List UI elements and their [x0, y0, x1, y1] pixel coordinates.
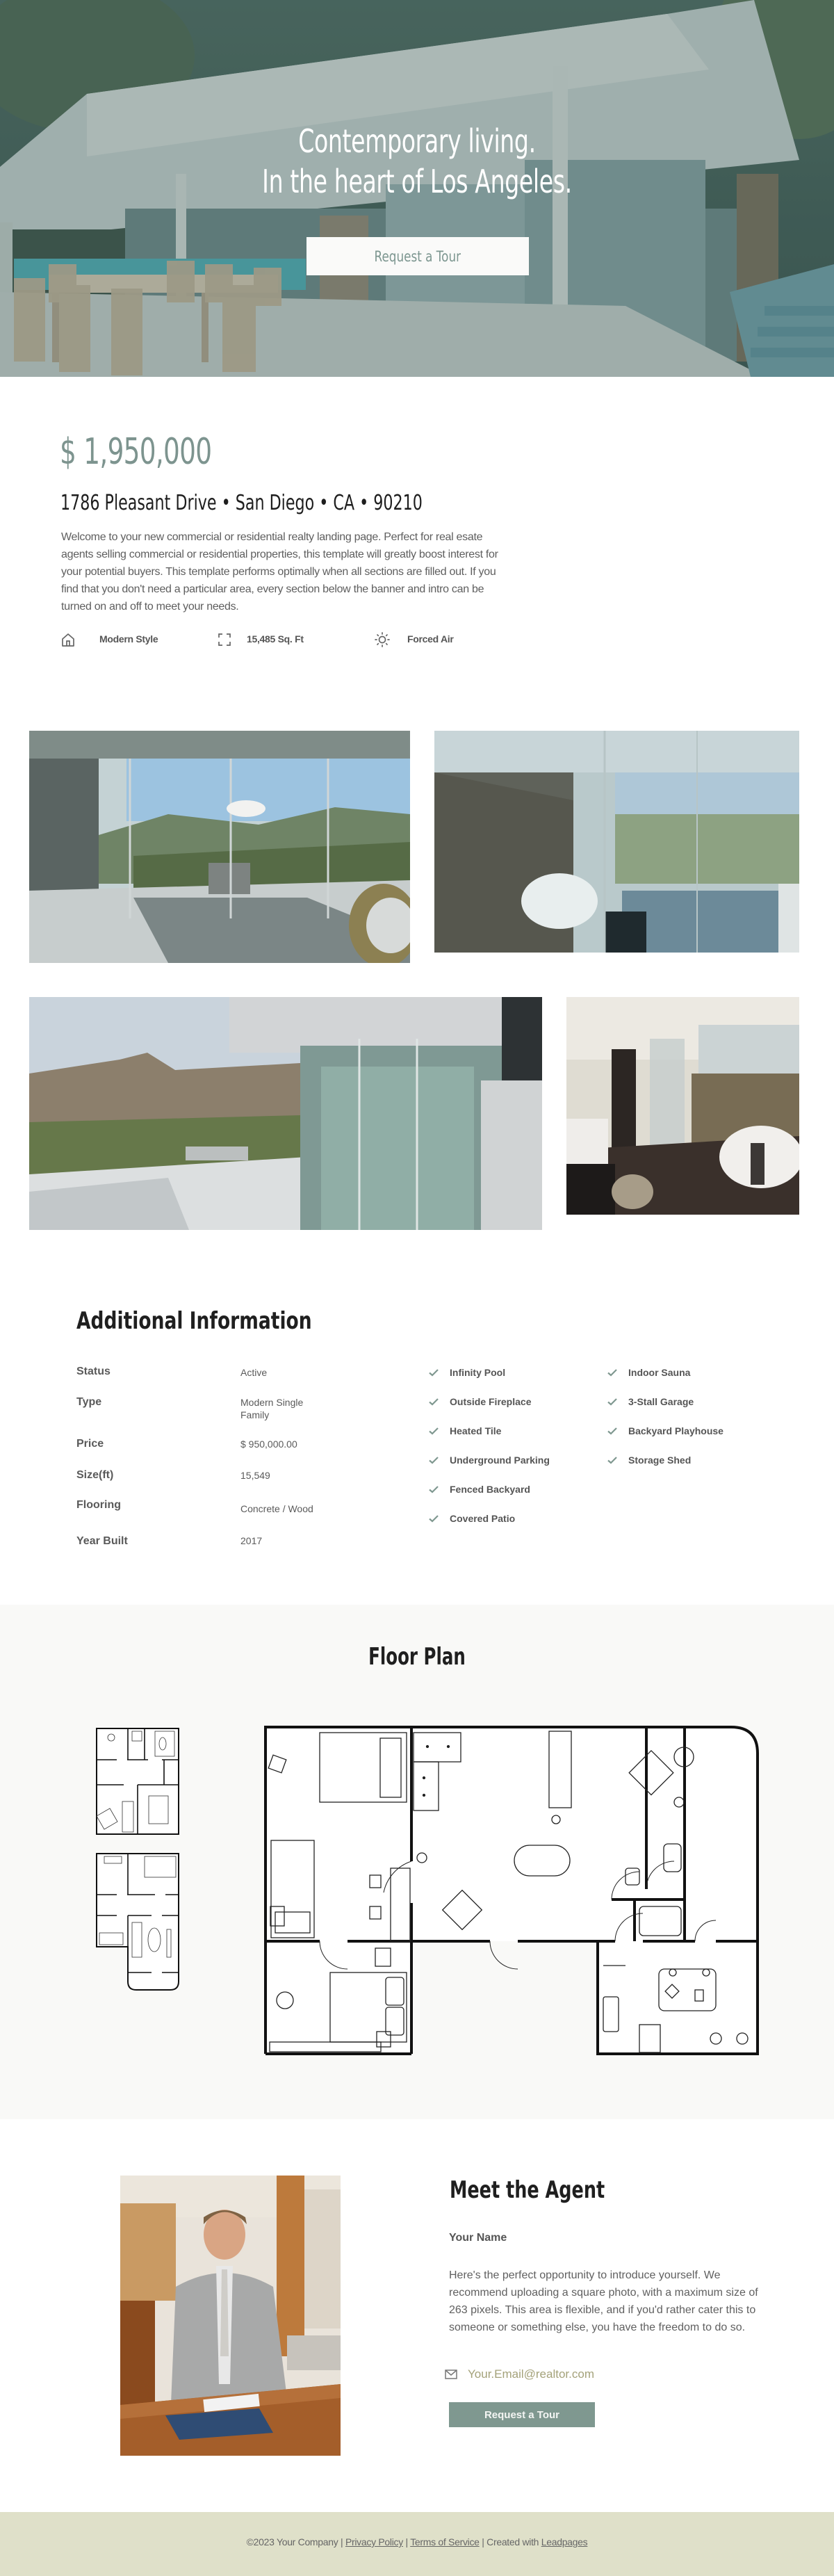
feature-style: Modern Style	[60, 629, 158, 650]
privacy-policy-link[interactable]: Privacy Policy	[345, 2536, 403, 2547]
detail-key: Price	[76, 1438, 104, 1450]
detail-key: Flooring	[76, 1499, 121, 1511]
detail-key: Type	[76, 1396, 102, 1408]
detail-key: Status	[76, 1366, 111, 1377]
detail-value: $ 950,000.00	[240, 1439, 297, 1450]
detail-value: 15,549	[240, 1470, 270, 1481]
feature-label: Forced Air	[407, 633, 454, 645]
check-icon	[607, 1427, 617, 1435]
check-icon	[429, 1369, 439, 1377]
check-icon	[429, 1486, 439, 1493]
agent-request-tour-button[interactable]: Request a Tour	[449, 2402, 595, 2427]
additional-info-title: Additional Information	[76, 1307, 312, 1335]
property-features: Modern Style 15,485 Sq. Ft Forced Air	[60, 629, 505, 650]
agent-email-link[interactable]: Your.Email@realtor.com	[468, 2367, 594, 2381]
footer-created-with: | Created with	[482, 2536, 539, 2547]
gallery-image-4[interactable]	[566, 997, 799, 1215]
hero-request-tour-button[interactable]: Request a Tour	[306, 237, 529, 275]
detail-value: Modern Single Family	[240, 1397, 304, 1420]
floor-plan-thumbnail-1[interactable]	[96, 1728, 179, 1835]
check-icon	[429, 1398, 439, 1406]
sun-icon	[375, 632, 390, 647]
property-price: $ 1,950,000	[60, 431, 212, 473]
footer-separator: |	[405, 2536, 409, 2547]
floor-plan-title: Floor Plan	[368, 1643, 466, 1671]
agent-photo	[120, 2176, 341, 2456]
amenity-item: Heated Tile	[428, 1423, 501, 1439]
amenity-item: Outside Fireplace	[428, 1394, 531, 1409]
floor-plan-main[interactable]	[264, 1726, 759, 2055]
check-icon	[429, 1515, 439, 1523]
footer-copyright: ©2023 Your Company |	[246, 2536, 343, 2547]
detail-key: Size(ft)	[76, 1469, 114, 1481]
agent-bio: Here's the perfect opportunity to introd…	[449, 2269, 758, 2333]
amenity-item: Underground Parking	[428, 1452, 550, 1468]
amenity-item: Backyard Playhouse	[607, 1423, 723, 1439]
feature-heating: Forced Air	[374, 629, 454, 650]
feature-label: Modern Style	[99, 633, 158, 645]
living-room-photo	[29, 731, 410, 963]
agent-section-title: Meet the Agent	[450, 2176, 605, 2204]
property-description: Welcome to your new commercial or reside…	[61, 531, 498, 613]
check-icon	[429, 1457, 439, 1464]
hero-banner: Contemporary living. In the heart of Los…	[0, 0, 834, 377]
amenity-item: Covered Patio	[428, 1511, 515, 1526]
feature-size: 15,485 Sq. Ft	[216, 629, 304, 650]
amenity-item: Fenced Backyard	[428, 1482, 530, 1497]
amenity-item: Indoor Sauna	[607, 1365, 690, 1380]
agent-email: Your.Email@realtor.com	[445, 2367, 594, 2381]
agent-name: Your Name	[449, 2232, 507, 2244]
check-icon	[607, 1369, 617, 1377]
detail-key: Year Built	[76, 1535, 128, 1547]
terms-of-service-link[interactable]: Terms of Service	[410, 2536, 480, 2547]
detail-value: Concrete / Wood	[240, 1503, 313, 1514]
hero-title-line2: In the heart of Los Angeles.	[262, 163, 572, 200]
master-bathroom-photo	[566, 997, 799, 1215]
leadpages-link[interactable]: Leadpages	[541, 2536, 588, 2547]
gallery-image-2[interactable]	[434, 731, 799, 953]
feature-label: 15,485 Sq. Ft	[247, 633, 304, 645]
gallery-image-3[interactable]	[29, 997, 542, 1230]
check-icon	[607, 1398, 617, 1406]
footer-text: ©2023 Your Company | Privacy Policy | Te…	[0, 2536, 834, 2547]
agent-portrait-image	[120, 2176, 341, 2456]
footer: ©2023 Your Company | Privacy Policy | Te…	[0, 2512, 834, 2576]
gallery-image-1[interactable]	[29, 731, 410, 963]
check-icon	[429, 1427, 439, 1435]
property-address: 1786 Pleasant Drive • San Diego • CA • 9…	[60, 491, 423, 515]
bathroom-photo	[434, 731, 799, 953]
detail-value: Active	[240, 1367, 268, 1378]
amenity-item: 3-Stall Garage	[607, 1394, 694, 1409]
detail-value: 2017	[240, 1535, 263, 1546]
exterior-terrace-photo	[29, 997, 542, 1230]
amenity-item: Storage Shed	[607, 1452, 691, 1468]
amenity-item: Infinity Pool	[428, 1365, 505, 1380]
envelope-icon	[445, 2370, 457, 2379]
floor-plan-thumbnail-2[interactable]	[96, 1853, 179, 1991]
check-icon	[607, 1457, 617, 1464]
hero-title-line1: Contemporary living.	[298, 122, 536, 160]
expand-icon	[218, 633, 231, 646]
home-icon	[62, 633, 74, 647]
